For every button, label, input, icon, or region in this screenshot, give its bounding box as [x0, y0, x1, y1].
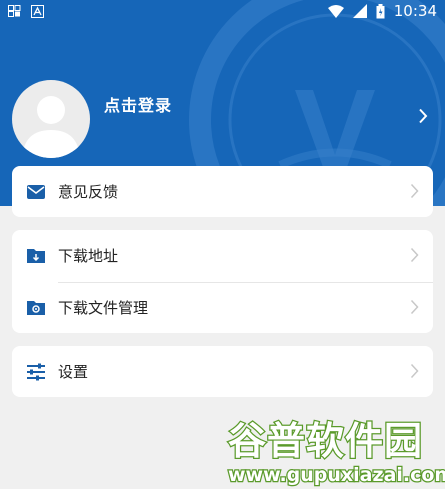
- status-bar: 10:34: [0, 0, 445, 22]
- menu-item-label: 意见反馈: [58, 183, 119, 201]
- chevron-right-icon: [410, 183, 419, 199]
- status-time: 10:34: [393, 2, 437, 20]
- menu-item-label: 下载地址: [58, 247, 119, 265]
- download-card: 下载地址 下载文件管理: [12, 230, 433, 333]
- watermark-url: www.gupuxiazai.com: [228, 464, 445, 486]
- menu-item-label: 下载文件管理: [58, 299, 149, 317]
- watermark-title: 谷普软件园: [228, 419, 423, 463]
- settings-card: 设置: [12, 346, 433, 397]
- default-avatar-icon: [22, 96, 80, 158]
- mail-icon: [27, 185, 45, 199]
- site-watermark: 谷普软件园 www.gupuxiazai.com: [227, 418, 445, 488]
- folder-download-icon: [27, 249, 45, 263]
- battery-icon: [376, 3, 385, 18]
- menu-item-download-address[interactable]: 下载地址: [12, 230, 433, 281]
- login-label[interactable]: 点击登录: [104, 92, 172, 116]
- menu-item-feedback[interactable]: 意见反馈: [12, 166, 433, 217]
- chevron-right-icon: [410, 299, 419, 315]
- chevron-right-icon: [419, 108, 428, 124]
- feedback-card: 意见反馈: [12, 166, 433, 217]
- a-icon: [31, 4, 44, 18]
- signal-icon: [352, 4, 367, 18]
- avatar[interactable]: [12, 80, 90, 158]
- chevron-right-icon: [410, 247, 419, 263]
- chevron-right-icon: [410, 363, 419, 379]
- login-row[interactable]: 点击登录: [0, 70, 445, 170]
- menu-item-settings[interactable]: 设置: [12, 346, 433, 397]
- menu-item-label: 设置: [58, 363, 89, 381]
- wifi-icon: [327, 4, 344, 18]
- menu-item-download-manage[interactable]: 下载文件管理: [12, 282, 433, 333]
- sliders-icon: [27, 363, 45, 381]
- gallery-icon: [8, 5, 21, 17]
- folder-settings-icon: [27, 301, 45, 315]
